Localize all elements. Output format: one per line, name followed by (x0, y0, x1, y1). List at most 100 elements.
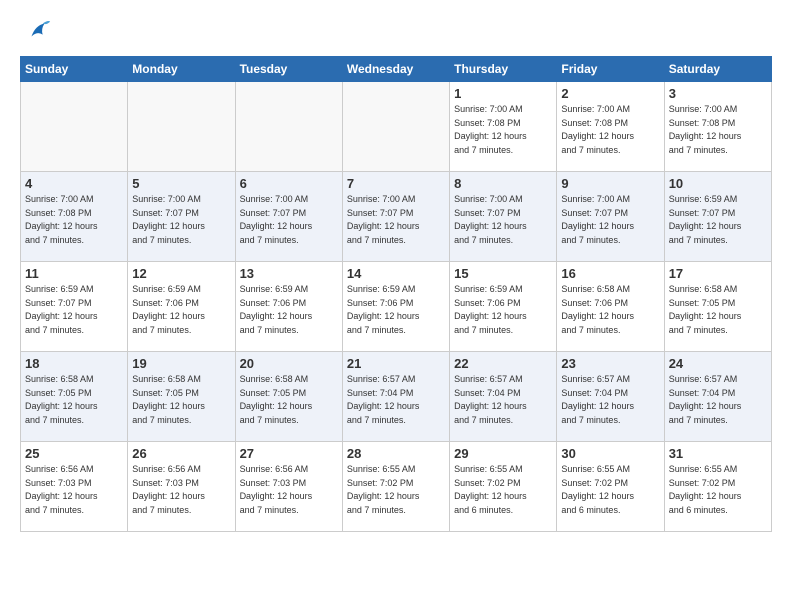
day-number: 15 (454, 266, 552, 281)
week-row-1: 1 Sunrise: 7:00 AMSunset: 7:08 PMDaylight… (21, 82, 772, 172)
day-info: Sunrise: 6:55 AMSunset: 7:02 PMDaylight:… (561, 463, 659, 517)
day-number: 7 (347, 176, 445, 191)
day-info: Sunrise: 6:57 AMSunset: 7:04 PMDaylight:… (454, 373, 552, 427)
day-info: Sunrise: 6:56 AMSunset: 7:03 PMDaylight:… (132, 463, 230, 517)
day-number: 31 (669, 446, 767, 461)
calendar-cell: 1 Sunrise: 7:00 AMSunset: 7:08 PMDaylight… (450, 82, 557, 172)
calendar-cell: 16 Sunrise: 6:58 AMSunset: 7:06 PMDayligh… (557, 262, 664, 352)
day-number: 17 (669, 266, 767, 281)
calendar-cell: 21Sunrise: 6:57 AMSunset: 7:04 PMDayligh… (342, 352, 449, 442)
calendar-cell: 31Sunrise: 6:55 AMSunset: 7:02 PMDayligh… (664, 442, 771, 532)
day-info: Sunrise: 6:58 AMSunset: 7:05 PMDaylight:… (669, 283, 767, 337)
day-number: 23 (561, 356, 659, 371)
week-row-2: 4Sunrise: 7:00 AMSunset: 7:08 PMDaylight… (21, 172, 772, 262)
day-number: 22 (454, 356, 552, 371)
day-number: 2 (561, 86, 659, 101)
day-info: Sunrise: 7:00 AMSunset: 7:07 PMDaylight:… (240, 193, 338, 247)
calendar-cell: 14 Sunrise: 6:59 AMSunset: 7:06 PMDayligh… (342, 262, 449, 352)
day-number: 16 (561, 266, 659, 281)
day-info: Sunrise: 7:00 AMSunset: 7:08 PMDaylight:… (669, 103, 767, 157)
calendar-cell: 2 Sunrise: 7:00 AMSunset: 7:08 PMDaylight… (557, 82, 664, 172)
day-info: Sunrise: 7:00 AMSunset: 7:08 PMDaylight:… (561, 103, 659, 157)
calendar-cell (342, 82, 449, 172)
day-info: Sunrise: 6:58 AMSunset: 7:05 PMDaylight:… (240, 373, 338, 427)
header-row: SundayMondayTuesdayWednesdayThursdayFrid… (21, 57, 772, 82)
day-number: 10 (669, 176, 767, 191)
day-info: Sunrise: 6:58 AMSunset: 7:06 PMDaylight:… (561, 283, 659, 337)
calendar-cell: 8 Sunrise: 7:00 AMSunset: 7:07 PMDaylight… (450, 172, 557, 262)
header (20, 16, 772, 44)
day-info: Sunrise: 6:58 AMSunset: 7:05 PMDaylight:… (132, 373, 230, 427)
week-row-3: 11Sunrise: 6:59 AMSunset: 7:07 PMDayligh… (21, 262, 772, 352)
calendar-cell: 26 Sunrise: 6:56 AMSunset: 7:03 PMDayligh… (128, 442, 235, 532)
calendar-cell: 19 Sunrise: 6:58 AMSunset: 7:05 PMDayligh… (128, 352, 235, 442)
day-info: Sunrise: 6:59 AMSunset: 7:06 PMDaylight:… (240, 283, 338, 337)
calendar-cell: 7 Sunrise: 7:00 AMSunset: 7:07 PMDaylight… (342, 172, 449, 262)
day-info: Sunrise: 6:59 AMSunset: 7:06 PMDaylight:… (132, 283, 230, 337)
day-info: Sunrise: 6:59 AMSunset: 7:06 PMDaylight:… (454, 283, 552, 337)
day-number: 25 (25, 446, 123, 461)
calendar-cell: 27 Sunrise: 6:56 AMSunset: 7:03 PMDayligh… (235, 442, 342, 532)
header-wednesday: Wednesday (342, 57, 449, 82)
calendar-cell: 28 Sunrise: 6:55 AMSunset: 7:02 PMDayligh… (342, 442, 449, 532)
day-number: 19 (132, 356, 230, 371)
day-number: 9 (561, 176, 659, 191)
day-number: 26 (132, 446, 230, 461)
day-number: 14 (347, 266, 445, 281)
day-info: Sunrise: 6:56 AMSunset: 7:03 PMDaylight:… (240, 463, 338, 517)
day-number: 29 (454, 446, 552, 461)
header-saturday: Saturday (664, 57, 771, 82)
calendar-cell: 5 Sunrise: 7:00 AMSunset: 7:07 PMDaylight… (128, 172, 235, 262)
calendar-cell: 12Sunrise: 6:59 AMSunset: 7:06 PMDayligh… (128, 262, 235, 352)
calendar-cell: 23 Sunrise: 6:57 AMSunset: 7:04 PMDayligh… (557, 352, 664, 442)
day-info: Sunrise: 6:56 AMSunset: 7:03 PMDaylight:… (25, 463, 123, 517)
calendar-page: SundayMondayTuesdayWednesdayThursdayFrid… (0, 0, 792, 548)
logo (20, 16, 52, 44)
day-info: Sunrise: 7:00 AMSunset: 7:07 PMDaylight:… (132, 193, 230, 247)
day-info: Sunrise: 6:57 AMSunset: 7:04 PMDaylight:… (669, 373, 767, 427)
day-info: Sunrise: 6:59 AMSunset: 7:06 PMDaylight:… (347, 283, 445, 337)
header-sunday: Sunday (21, 57, 128, 82)
day-number: 5 (132, 176, 230, 191)
calendar-cell: 11Sunrise: 6:59 AMSunset: 7:07 PMDayligh… (21, 262, 128, 352)
header-tuesday: Tuesday (235, 57, 342, 82)
calendar-cell: 30Sunrise: 6:55 AMSunset: 7:02 PMDayligh… (557, 442, 664, 532)
day-info: Sunrise: 7:00 AMSunset: 7:08 PMDaylight:… (25, 193, 123, 247)
calendar-cell: 4Sunrise: 7:00 AMSunset: 7:08 PMDaylight… (21, 172, 128, 262)
day-number: 27 (240, 446, 338, 461)
header-thursday: Thursday (450, 57, 557, 82)
day-info: Sunrise: 6:59 AMSunset: 7:07 PMDaylight:… (669, 193, 767, 247)
day-number: 6 (240, 176, 338, 191)
day-info: Sunrise: 7:00 AMSunset: 7:07 PMDaylight:… (347, 193, 445, 247)
day-info: Sunrise: 7:00 AMSunset: 7:07 PMDaylight:… (561, 193, 659, 247)
calendar-cell: 17 Sunrise: 6:58 AMSunset: 7:05 PMDayligh… (664, 262, 771, 352)
day-info: Sunrise: 6:57 AMSunset: 7:04 PMDaylight:… (561, 373, 659, 427)
calendar-cell (21, 82, 128, 172)
day-number: 8 (454, 176, 552, 191)
calendar-cell: 29Sunrise: 6:55 AMSunset: 7:02 PMDayligh… (450, 442, 557, 532)
logo-bird-icon (24, 16, 52, 44)
day-number: 21 (347, 356, 445, 371)
calendar-cell: 24 Sunrise: 6:57 AMSunset: 7:04 PMDayligh… (664, 352, 771, 442)
calendar-cell (235, 82, 342, 172)
calendar-cell (128, 82, 235, 172)
day-number: 24 (669, 356, 767, 371)
day-info: Sunrise: 6:58 AMSunset: 7:05 PMDaylight:… (25, 373, 123, 427)
day-info: Sunrise: 7:00 AMSunset: 7:07 PMDaylight:… (454, 193, 552, 247)
calendar-cell: 20 Sunrise: 6:58 AMSunset: 7:05 PMDayligh… (235, 352, 342, 442)
calendar-cell: 3Sunrise: 7:00 AMSunset: 7:08 PMDaylight… (664, 82, 771, 172)
day-number: 20 (240, 356, 338, 371)
calendar-cell: 25 Sunrise: 6:56 AMSunset: 7:03 PMDayligh… (21, 442, 128, 532)
day-number: 28 (347, 446, 445, 461)
calendar-cell: 22 Sunrise: 6:57 AMSunset: 7:04 PMDayligh… (450, 352, 557, 442)
calendar-table: SundayMondayTuesdayWednesdayThursdayFrid… (20, 56, 772, 532)
day-info: Sunrise: 6:55 AMSunset: 7:02 PMDaylight:… (347, 463, 445, 517)
header-monday: Monday (128, 57, 235, 82)
week-row-5: 25 Sunrise: 6:56 AMSunset: 7:03 PMDayligh… (21, 442, 772, 532)
day-number: 13 (240, 266, 338, 281)
day-number: 11 (25, 266, 123, 281)
day-info: Sunrise: 7:00 AMSunset: 7:08 PMDaylight:… (454, 103, 552, 157)
day-number: 1 (454, 86, 552, 101)
week-row-4: 18Sunrise: 6:58 AMSunset: 7:05 PMDayligh… (21, 352, 772, 442)
header-friday: Friday (557, 57, 664, 82)
